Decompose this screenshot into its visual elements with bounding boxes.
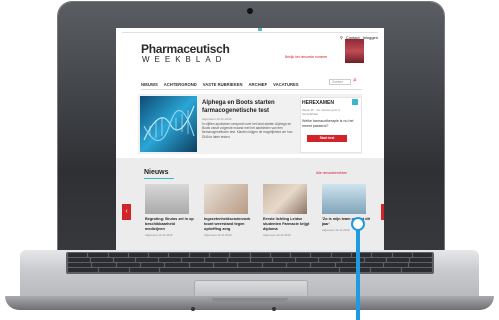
start-test-button[interactable]: Start test <box>307 135 347 142</box>
magazine-cover[interactable] <box>345 39 364 63</box>
keyboard <box>66 252 434 274</box>
top-marker <box>258 28 262 31</box>
news-meta: Algemeen 12-11-2019 <box>145 233 173 237</box>
news-underline <box>144 178 174 179</box>
exam-subtitle: Week 45 · De nieuwe quiz is beschikbaar <box>302 108 340 116</box>
site-logo[interactable]: Pharmaceutisch <box>141 42 230 56</box>
news-title[interactable]: Ingezetenheidsonderzoek toont weerstand … <box>204 217 254 232</box>
nav-archive[interactable]: ARCHIEF <box>249 82 268 87</box>
news-title[interactable]: Begroting: Bruins zet in op beschikbaarh… <box>145 217 195 232</box>
login-link[interactable]: Inloggen <box>363 35 378 40</box>
callout-marker <box>351 217 365 231</box>
news-photo <box>322 184 366 214</box>
laptop-screen: ⚲ Contact Inloggen Pharmaceutisch WEEKBL… <box>116 28 384 281</box>
news-meta: Algemeen 12-11-2019 <box>263 233 291 237</box>
news-heading: Nieuws <box>144 169 169 176</box>
hero-title[interactable]: Alphega en Boots starten farmacogenetisc… <box>202 99 292 115</box>
main-nav: NIEUWS ACHTERGROND VASTE RUBRIEKEN ARCHI… <box>141 82 299 87</box>
webcam <box>247 8 253 14</box>
hero-text: In vijftien apotheken verspreid over het… <box>202 122 293 139</box>
lid-notch <box>212 298 288 302</box>
carousel-prev-button[interactable]: ‹ <box>122 204 131 220</box>
nav-divider <box>141 89 362 90</box>
nav-news[interactable]: NIEUWS <box>141 82 158 87</box>
news-card[interactable]: Eerste lichting Leidse studenten Farmaci… <box>263 184 313 237</box>
nav-fixed-sections[interactable]: VASTE RUBRIEKEN <box>203 82 243 87</box>
carousel-next-button[interactable]: › <box>381 204 384 220</box>
latest-issue-link[interactable]: Bekijk het nieuwste nummer <box>285 55 327 59</box>
site-logo-subtitle: WEEKBLAD <box>142 55 227 64</box>
news-meta: Algemeen 12-11-2019 <box>322 228 350 232</box>
all-news-link[interactable]: Alle nieuwsberichten <box>316 171 347 175</box>
nav-vacancies[interactable]: VACATURES <box>273 82 298 87</box>
news-card[interactable]: Ingezetenheidsonderzoek toont weerstand … <box>204 184 254 237</box>
dna-image[interactable] <box>140 96 197 152</box>
news-photo <box>145 184 189 214</box>
indicator-light <box>191 307 195 311</box>
top-bar <box>122 28 378 33</box>
exam-question: Welke farmacotherapie is nu het meest pa… <box>302 119 354 128</box>
hero-meta: Algemeen 12-11-2019 <box>202 117 232 121</box>
exam-title: HEREXAMEN <box>302 100 334 106</box>
news-photo <box>263 184 307 214</box>
news-title[interactable]: Eerste lichting Leidse studenten Farmaci… <box>263 217 313 232</box>
news-photo <box>204 184 248 214</box>
news-card[interactable]: Begroting: Bruins zet in op beschikbaarh… <box>145 184 195 237</box>
exam-badge <box>352 99 358 105</box>
news-meta: Algemeen 12-11-2019 <box>204 233 232 237</box>
callout-line <box>356 222 360 320</box>
account-icon[interactable]: ⚲ <box>340 35 343 40</box>
search-icon[interactable]: ⌕ <box>353 77 357 85</box>
nav-background[interactable]: ACHTERGROND <box>164 82 197 87</box>
indicator-light <box>272 307 276 311</box>
search-input[interactable]: Zoeken <box>329 79 351 85</box>
